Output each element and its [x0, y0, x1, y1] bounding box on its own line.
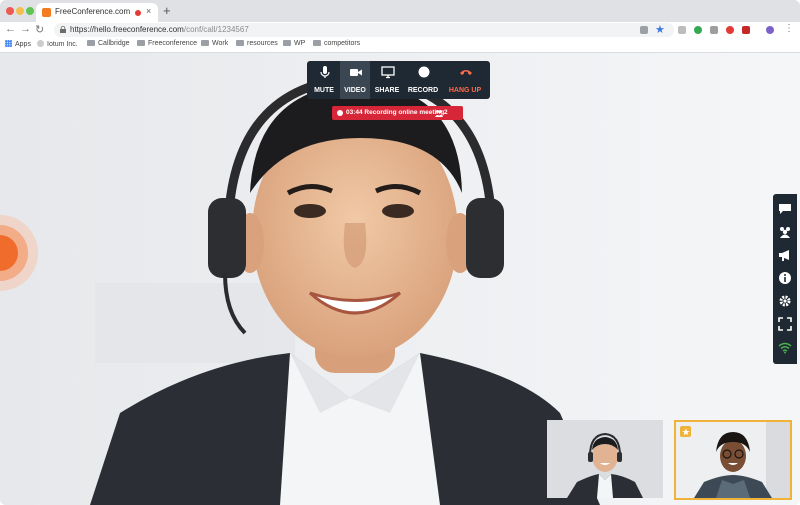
participant-woman-glasses: [676, 422, 790, 498]
forward-button[interactable]: →: [20, 23, 31, 35]
address-bar[interactable]: https://hello.freeconference.com/conf/ca…: [54, 23, 674, 37]
recording-banner: 03:44 Recording online meeting 2: [332, 106, 463, 120]
participant-thumbnail-1[interactable]: [547, 420, 663, 498]
folder-icon: [87, 40, 95, 46]
lock-icon: [60, 26, 66, 33]
tab-freeconference[interactable]: FreeConference.com ×: [36, 3, 158, 22]
tab-recording-indicator-icon: [135, 10, 141, 16]
fullscreen-icon[interactable]: [778, 317, 792, 331]
chat-icon[interactable]: [778, 202, 792, 216]
browser-window: FreeConference.com × + ← → ↻ https://hel…: [0, 0, 800, 505]
apps-grid-icon: [5, 40, 12, 47]
wifi-signal-icon[interactable]: [778, 340, 792, 354]
new-tab-button[interactable]: +: [163, 3, 171, 18]
bookmark-apps[interactable]: Apps: [5, 40, 31, 48]
star-icon: [681, 428, 690, 435]
recording-status-text: 03:44 Recording online meeting: [346, 109, 445, 116]
globe-icon: [37, 40, 44, 47]
screen-share-icon: [381, 66, 395, 79]
share-button[interactable]: SHARE: [372, 61, 402, 99]
folder-icon: [137, 40, 145, 46]
bookmark-competitors[interactable]: competitors: [313, 40, 360, 47]
participant-man-headset: [547, 420, 663, 498]
record-button[interactable]: RECORD: [408, 61, 438, 99]
settings-gear-icon[interactable]: [778, 294, 792, 308]
hang-up-button[interactable]: HANG UP: [449, 61, 481, 99]
record-icon: [418, 66, 430, 78]
extension-gray-icon[interactable]: [710, 26, 718, 34]
browser-menu-icon[interactable]: ⋮: [784, 23, 794, 34]
main-video-feed: MUTE VIDEO SHARE RECORD HANG UP 03:44 Re: [0, 53, 800, 505]
window-minimize-button[interactable]: [16, 7, 24, 15]
tab-title: FreeConference.com: [55, 7, 131, 16]
participants-icon[interactable]: [778, 225, 792, 239]
speaking-indicator-icon: [0, 215, 38, 291]
bookmark-resources[interactable]: resources: [236, 40, 278, 47]
microphone-icon: [320, 66, 330, 78]
window-maximize-button[interactable]: [26, 7, 34, 15]
right-sidebar: [773, 194, 797, 364]
info-icon[interactable]: [778, 271, 792, 285]
megaphone-icon[interactable]: [778, 248, 792, 262]
video-camera-icon: [350, 69, 362, 76]
recording-dot-icon: [337, 110, 343, 116]
tab-close-icon[interactable]: ×: [146, 6, 151, 16]
url-domain: https://hello.freeconference.com: [70, 25, 184, 34]
extension-icon[interactable]: [678, 26, 686, 34]
participants-icon: [435, 110, 443, 117]
window-close-button[interactable]: [6, 7, 14, 15]
bookmark-work[interactable]: Work: [201, 40, 228, 47]
folder-icon: [283, 40, 291, 46]
bookmarks-bar: Apps Iotum Inc. Callbridge Freeconferenc…: [0, 38, 800, 53]
extension-green-icon[interactable]: [694, 26, 702, 34]
bookmark-wp[interactable]: WP: [283, 40, 305, 47]
tab-strip: FreeConference.com × +: [0, 0, 800, 22]
folder-icon: [313, 40, 321, 46]
participant-thumbnail-2[interactable]: [674, 420, 792, 500]
cast-icon[interactable]: [640, 26, 648, 34]
call-controls-toolbar: MUTE VIDEO SHARE RECORD HANG UP: [307, 61, 490, 99]
bookmark-freeconference[interactable]: Freeconference: [137, 40, 197, 47]
extension-red-icon[interactable]: [742, 26, 750, 34]
bookmark-callbridge[interactable]: Callbridge: [87, 40, 130, 47]
hang-up-phone-icon: [460, 70, 472, 75]
folder-icon: [236, 40, 244, 46]
favicon-icon: [42, 8, 51, 17]
folder-icon: [201, 40, 209, 46]
bookmark-star-icon[interactable]: ★: [655, 23, 665, 36]
featured-badge: [680, 426, 691, 437]
pinterest-icon[interactable]: [726, 26, 734, 34]
url-path: /conf/call/1234567: [183, 25, 249, 34]
url-text: https://hello.freeconference.com/conf/ca…: [70, 25, 249, 34]
reload-button[interactable]: ↻: [35, 23, 44, 36]
address-toolbar: ← → ↻ https://hello.freeconference.com/c…: [0, 22, 800, 38]
participant-count: 2: [444, 109, 448, 116]
back-button[interactable]: ←: [5, 23, 16, 35]
bookmark-iotum[interactable]: Iotum Inc.: [37, 40, 78, 48]
profile-avatar-icon[interactable]: [766, 26, 774, 34]
